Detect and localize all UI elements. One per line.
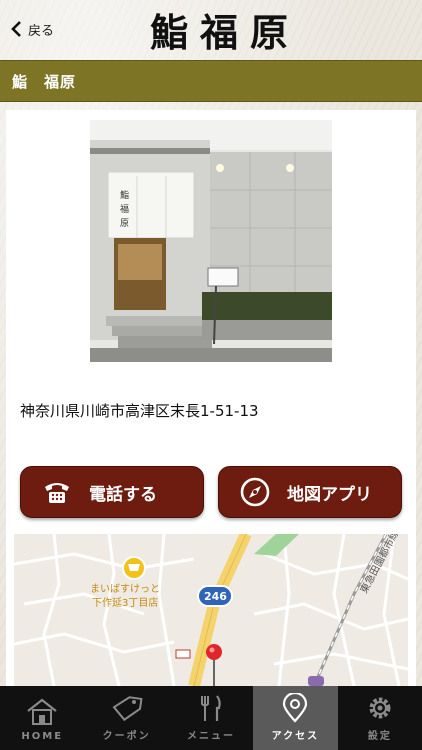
shop-address: 神奈川県川崎市高津区末長1-51-13 [20,402,259,420]
coupon-icon [112,696,143,722]
back-label: 戻る [28,23,55,39]
svg-text:原: 原 [120,218,129,229]
menu-icon [201,695,221,721]
tab-label: 設定 [367,731,392,742]
tab-home[interactable]: HOME [0,686,84,750]
location-pin-icon [283,693,308,723]
route-shield: 246 [204,590,227,603]
tab-settings[interactable]: 設定 [338,686,422,750]
gear-icon [369,697,391,719]
logo-char: 鮨 [150,9,191,55]
bottom-tab-bar: HOME クーポン メニュー アクセス 設定 [0,686,422,750]
shop-card: 鮨 福 原 神奈川県川崎市高津区末長1-51-13 電話する 地図アプリ 東急田… [6,110,416,686]
compass-icon [235,472,275,512]
map-app-button-label: 地図アプリ [287,484,372,505]
logo-char: 福 [199,9,240,55]
tab-label: アクセス [271,731,320,742]
app-header: 戻る 鮨 福 原 [0,0,422,58]
tab-label: メニュー [187,731,236,742]
chevron-left-icon [11,21,21,37]
shop-photo: 鮨 福 原 [90,120,332,362]
shop-logo: 鮨 福 原 [150,6,290,55]
page-title: 鮨 福原 [12,72,77,91]
home-icon [27,698,57,725]
call-button[interactable]: 電話する [20,466,204,518]
map-app-button[interactable]: 地図アプリ [218,466,402,518]
tab-menu[interactable]: メニュー [169,686,253,750]
call-button-label: 電話する [89,484,157,505]
svg-text:鮨: 鮨 [120,189,129,201]
tab-label: HOME [21,731,64,742]
phone-icon [37,472,77,512]
access-map[interactable]: 東急田園都市線 まいばすけっと 下作延3丁目店 246 [14,534,408,686]
tab-label: クーポン [102,731,151,742]
tab-coupon[interactable]: クーポン [84,686,168,750]
poi-name-line2: 下作延3丁目店 [92,596,158,609]
tab-access[interactable]: アクセス [253,686,338,750]
poi-name-line1: まいばすけっと [90,583,160,595]
back-button[interactable]: 戻る [10,16,54,42]
page-title-bar: 鮨 福原 [0,60,422,102]
logo-char: 原 [249,9,290,55]
svg-text:福: 福 [120,203,129,215]
